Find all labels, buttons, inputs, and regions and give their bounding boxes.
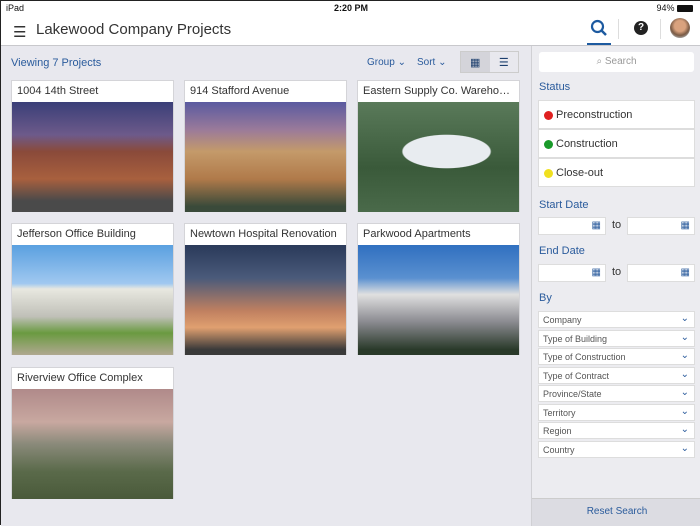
hamburger-menu-icon[interactable]: ☰: [13, 23, 26, 41]
project-name: Newtown Hospital Renovation: [190, 228, 337, 240]
chevron-down-icon: ⌄: [680, 368, 689, 380]
divider: [660, 19, 661, 39]
status-option-preconstruction[interactable]: Preconstruction: [538, 100, 695, 129]
search-icon: [590, 19, 607, 36]
filter-by-type-of-construction[interactable]: Type of Construction ⌄: [538, 348, 695, 365]
group-button[interactable]: Group ⌄: [367, 57, 406, 68]
project-card[interactable]: Riverview Office Complex: [11, 367, 174, 499]
search-tab-button[interactable]: [587, 19, 611, 45]
project-name: Jefferson Office Building: [17, 228, 136, 240]
filter-by-province-state[interactable]: Province/State ⌄: [538, 385, 695, 402]
status-dot: [544, 111, 553, 120]
project-name: Riverview Office Complex: [17, 372, 143, 384]
end-date-to[interactable]: ▦: [627, 264, 695, 282]
calendar-icon: ▦: [680, 220, 690, 231]
project-image: [358, 245, 519, 355]
projects-area: Viewing 7 Projects Group ⌄ Sort ⌄ ▦ ☰ 10…: [1, 46, 531, 526]
dropdown-label: Type of Construction: [543, 352, 626, 362]
status-bar: iPad 2:20 PM 94%: [1, 1, 700, 15]
sort-button[interactable]: Sort ⌄: [417, 57, 447, 68]
calendar-icon: ▦: [591, 267, 601, 278]
battery-icon: [677, 5, 693, 13]
start-date-from[interactable]: ▦: [538, 217, 606, 235]
by-label: By: [539, 292, 552, 304]
chevron-down-icon: ⌄: [680, 350, 689, 361]
status-option-label: Close-out: [556, 167, 604, 179]
project-card[interactable]: Parkwood Apartments: [357, 223, 520, 355]
list-view-icon[interactable]: ☰: [490, 52, 519, 72]
battery-percent: 94%: [656, 3, 675, 13]
filter-by-region[interactable]: Region ⌄: [538, 422, 695, 439]
chevron-down-icon: ⌄: [680, 405, 689, 417]
status-label: Status: [539, 81, 571, 93]
page-title: Lakewood Company Projects: [36, 21, 232, 38]
end-date-from[interactable]: ▦: [538, 264, 606, 282]
help-icon[interactable]: ?: [634, 21, 648, 35]
top-bar: ☰ Lakewood Company Projects ?: [1, 15, 700, 46]
chevron-down-icon: ⌄: [680, 424, 689, 435]
divider: [618, 19, 619, 39]
project-image: [185, 102, 346, 212]
clock: 2:20 PM: [333, 3, 368, 13]
filter-by-company[interactable]: Company ⌄: [538, 311, 695, 328]
dropdown-label: Territory: [543, 407, 576, 418]
project-card[interactable]: Newtown Hospital Renovation: [184, 223, 347, 355]
project-name: 914 Stafford Avenue: [190, 85, 290, 97]
status-dot: [544, 140, 553, 149]
start-date-to[interactable]: ▦: [627, 217, 695, 235]
to-label: to: [612, 266, 622, 278]
view-toggle: ▦ ☰: [460, 51, 519, 73]
status-option-construction[interactable]: Construction: [538, 129, 695, 158]
chevron-down-icon: ⌄: [680, 313, 689, 324]
search-placeholder: Search: [604, 56, 637, 67]
project-name: Parkwood Apartments: [363, 228, 471, 240]
project-image: [12, 389, 173, 499]
calendar-icon: ▦: [591, 220, 601, 231]
status-dot: [544, 169, 553, 178]
filter-panel: ⌕ Search Status Preconstruction Construc…: [531, 46, 700, 526]
dropdown-label: Type of Building: [543, 333, 608, 344]
status-option-close-out[interactable]: Close-out: [538, 158, 695, 187]
project-card[interactable]: Eastern Supply Co. Warehouse: [357, 80, 520, 212]
end-date-label: End Date: [539, 245, 585, 257]
filter-by-type-of-contract[interactable]: Type of Contract ⌄: [538, 366, 695, 384]
status-option-label: Construction: [556, 138, 618, 150]
status-option-label: Preconstruction: [556, 109, 633, 121]
chevron-down-icon: ⌄: [680, 387, 689, 398]
search-input[interactable]: ⌕ Search: [539, 52, 694, 72]
project-image: [358, 102, 519, 212]
chevron-down-icon: ⌄: [680, 331, 689, 343]
dropdown-label: Country: [543, 444, 575, 455]
reset-search-button[interactable]: Reset Search: [532, 498, 700, 526]
filter-by-country[interactable]: Country ⌄: [538, 440, 695, 458]
dropdown-label: Province/State: [543, 389, 602, 399]
project-image: [12, 102, 173, 212]
project-image: [185, 245, 346, 355]
grid-view-icon[interactable]: ▦: [461, 52, 490, 72]
filter-by-territory[interactable]: Territory ⌄: [538, 403, 695, 421]
project-card[interactable]: 1004 14th Street: [11, 80, 174, 212]
battery-status: 94%: [656, 3, 693, 13]
project-name: Eastern Supply Co. Warehouse: [363, 85, 517, 97]
project-card[interactable]: 914 Stafford Avenue: [184, 80, 347, 212]
calendar-icon: ▦: [680, 267, 690, 278]
to-label: to: [612, 219, 622, 231]
project-card[interactable]: Jefferson Office Building: [11, 223, 174, 355]
user-avatar[interactable]: [670, 18, 690, 38]
dropdown-label: Type of Contract: [543, 370, 610, 381]
dropdown-label: Region: [543, 426, 572, 436]
chevron-down-icon: ⌄: [680, 442, 689, 454]
filter-by-type-of-building[interactable]: Type of Building ⌄: [538, 329, 695, 347]
dropdown-label: Company: [543, 315, 582, 325]
start-date-label: Start Date: [539, 199, 589, 211]
project-name: 1004 14th Street: [17, 85, 99, 97]
project-count: Viewing 7 Projects: [11, 57, 102, 69]
project-image: [12, 245, 173, 355]
